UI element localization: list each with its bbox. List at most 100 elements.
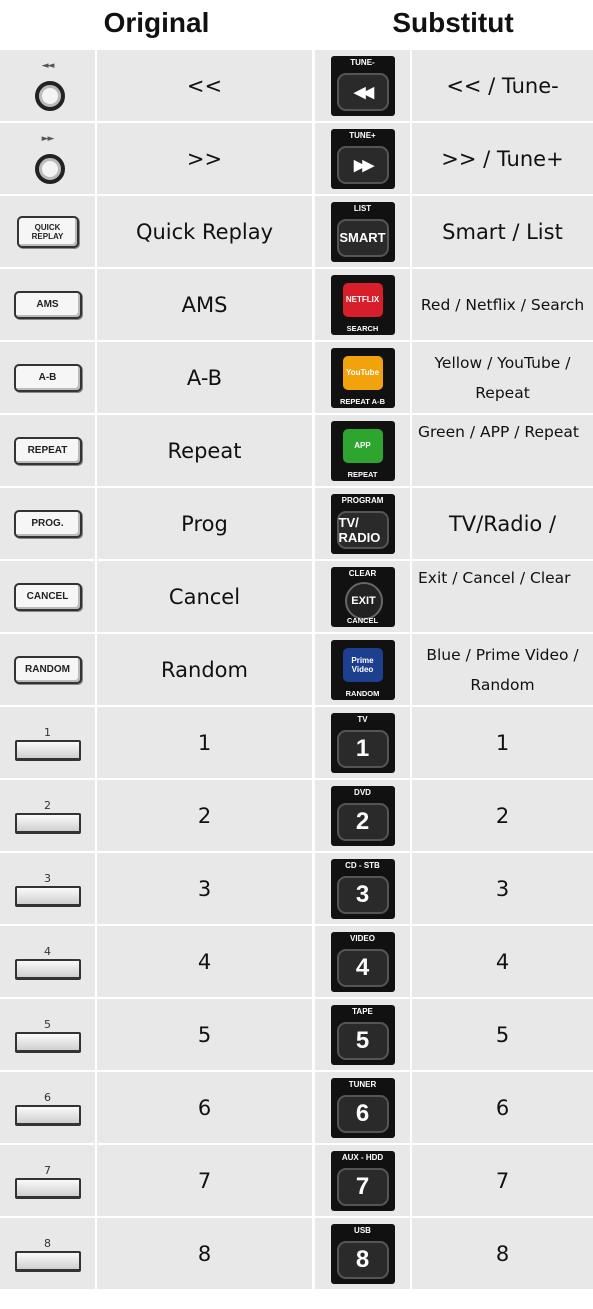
substitute-icon-cell: TUNE+ ▶▶	[315, 123, 410, 194]
button-top-label: VIDEO	[350, 933, 375, 943]
button-face: YouTube	[342, 355, 383, 390]
button-mapping-table: ◄◄ << TUNE- ◀◀ << / Tune- ►► >> TUNE+ ▶▶ >> / Tun…	[0, 50, 593, 1291]
substitute-label-cell: 6	[412, 1072, 593, 1143]
original-label-cell: Repeat	[97, 415, 312, 486]
substitute-label-cell: >> / Tune+	[412, 123, 593, 194]
table-row: PROG. Prog PROGRAM TV/ RADIO TV/Radio /	[0, 488, 593, 559]
button-bottom-label: CANCEL	[346, 615, 379, 625]
original-icon-cell: CANCEL	[0, 561, 95, 632]
original-label-cell: 7	[97, 1145, 312, 1216]
original-icon-cell: 1	[0, 707, 95, 778]
substitute-label-cell: 3	[412, 853, 593, 924]
button-top-label: TUNE+	[349, 130, 376, 140]
substitute-icon-cell: TV 1	[315, 707, 410, 778]
original-icon-cell: QUICK REPLAY	[0, 196, 95, 267]
repeat-button-icon: REPEAT	[13, 436, 82, 465]
original-icon-cell: ◄◄	[0, 50, 95, 121]
number-2-button-icon: DVD 2	[330, 785, 395, 846]
button-face: Prime Video	[342, 647, 383, 682]
button-bottom-label: REPEAT A-B	[340, 396, 385, 406]
key-number: 6	[44, 1090, 51, 1104]
key-number: 5	[44, 1017, 51, 1031]
substitute-label: Red / Netflix / Search	[420, 295, 585, 314]
substitute-label: Smart / List	[442, 219, 563, 244]
substitute-icon-cell: VIDEO 4	[315, 926, 410, 997]
substitute-icon-cell: DVD 2	[315, 780, 410, 851]
original-label-cell: 8	[97, 1218, 312, 1289]
table-row: RANDOM Random Prime Video RANDOM Blue / Prim…	[0, 634, 593, 705]
number-3-button-icon: CD - STB 3	[330, 858, 395, 919]
original-label: 7	[197, 1168, 212, 1193]
original-label: 2	[197, 803, 212, 828]
original-icon-cell: 7	[0, 1145, 95, 1216]
substitute-label-cell: 7	[412, 1145, 593, 1216]
key-number: 3	[44, 871, 51, 885]
app-button-icon: APP REPEAT	[330, 420, 395, 481]
number-7-button-icon: AUX - HDD 7	[330, 1150, 395, 1211]
original-label-cell: 4	[97, 926, 312, 997]
button-face: 5	[336, 1021, 389, 1060]
original-label-cell: 6	[97, 1072, 312, 1143]
number-6-key-icon: 6	[13, 1090, 83, 1126]
original-label: 5	[197, 1022, 212, 1047]
button-face: 2	[336, 802, 389, 841]
fast-forward-knob-icon: ►►	[29, 132, 67, 186]
substitute-label-cell: TV/Radio /	[412, 488, 593, 559]
cancel-button-icon: CANCEL	[13, 582, 82, 611]
substitute-label-cell: Red / Netflix / Search	[412, 269, 593, 340]
original-label-cell: >>	[97, 123, 312, 194]
button-face: NETFLIX	[342, 282, 383, 317]
table-row: AMS AMS NETFLIX SEARCH Red / Netflix / Searc…	[0, 269, 593, 340]
table-row: 7 7 AUX - HDD 7 7	[0, 1145, 593, 1216]
original-label-cell: 2	[97, 780, 312, 851]
substitute-label: TV/Radio /	[448, 511, 557, 536]
substitute-icon-cell: PROGRAM TV/ RADIO	[315, 488, 410, 559]
netflix-button-icon: NETFLIX SEARCH	[330, 274, 395, 335]
button-face: APP	[342, 428, 383, 463]
table-row: REPEAT Repeat APP REPEAT Green / APP / Repea…	[0, 415, 593, 486]
button-bottom-label: REPEAT	[347, 469, 378, 479]
substitute-label-cell: Smart / List	[412, 196, 593, 267]
substitute-column-header: Substitut	[392, 7, 514, 38]
substitute-label: 1	[495, 730, 510, 755]
key-number: 8	[44, 1236, 51, 1250]
original-icon-cell: 2	[0, 780, 95, 851]
substitute-label-cell: 5	[412, 999, 593, 1070]
original-icon-cell: A-B	[0, 342, 95, 413]
original-label: Quick Replay	[135, 219, 274, 244]
substitute-label-cell: Yellow / YouTube / Repeat	[412, 342, 593, 413]
substitute-label: 6	[495, 1095, 510, 1120]
substitute-label-cell: 8	[412, 1218, 593, 1289]
key-number: 4	[44, 944, 51, 958]
original-icon-cell: 6	[0, 1072, 95, 1143]
original-icon-cell: REPEAT	[0, 415, 95, 486]
substitute-icon-cell: APP REPEAT	[315, 415, 410, 486]
knob-label: ►►	[41, 133, 55, 144]
substitute-label: >> / Tune+	[441, 146, 564, 171]
button-top-label: TUNE-	[350, 57, 375, 67]
substitute-icon-cell: LIST SMART	[315, 196, 410, 267]
table-row: 3 3 CD - STB 3 3	[0, 853, 593, 924]
table-row: 2 2 DVD 2 2	[0, 780, 593, 851]
original-label-cell: 5	[97, 999, 312, 1070]
substitute-label-cell: Exit / Cancel / Clear	[412, 561, 593, 632]
button-top-label: CLEAR	[348, 568, 377, 578]
table-row: CANCEL Cancel CLEAR EXIT CANCEL Exit / Cancel…	[0, 561, 593, 632]
number-7-key-icon: 7	[13, 1164, 83, 1199]
table-row: 5 5 TAPE 5 5	[0, 999, 593, 1070]
prog-button-icon: PROG.	[13, 509, 82, 538]
number-4-key-icon: 4	[13, 944, 83, 980]
button-top-label: TV	[357, 714, 368, 724]
substitute-icon-cell: TUNE- ◀◀	[315, 50, 410, 121]
button-top-label: PROGRAM	[341, 495, 384, 505]
substitute-label: 7	[495, 1168, 510, 1193]
substitute-label: 2	[495, 803, 510, 828]
button-face: 3	[336, 875, 389, 914]
button-top-label: USB	[354, 1225, 371, 1235]
quick-replay-button-icon: QUICK REPLAY	[16, 215, 79, 248]
substitute-label: 8	[495, 1241, 510, 1266]
original-label-cell: Random	[97, 634, 312, 705]
exit-button-icon: CLEAR EXIT CANCEL	[330, 566, 395, 627]
number-5-button-icon: TAPE 5	[330, 1004, 395, 1065]
button-top-label: TUNER	[348, 1079, 377, 1089]
